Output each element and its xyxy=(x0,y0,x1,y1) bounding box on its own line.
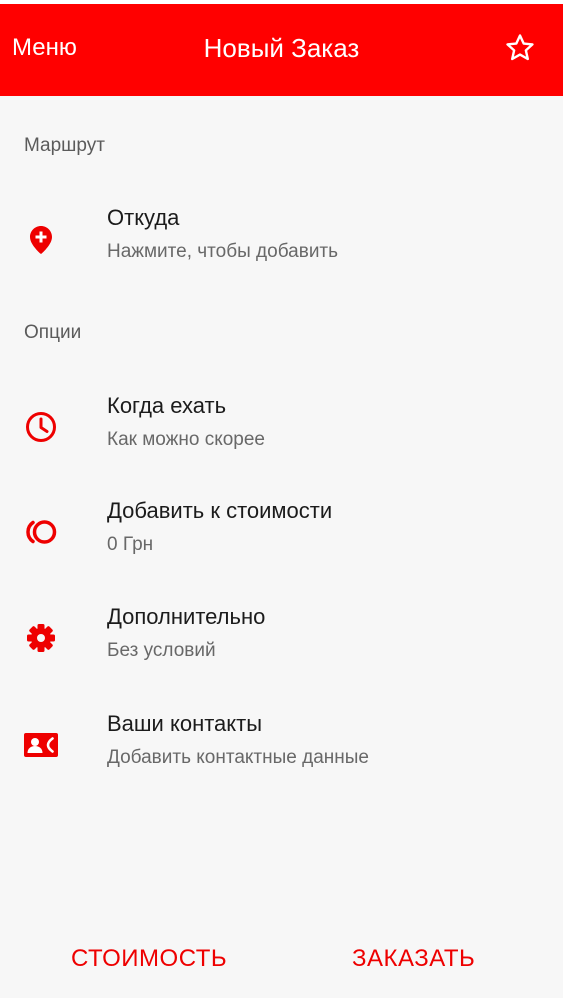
cost-button[interactable]: СТОИМОСТЬ xyxy=(71,944,227,974)
option-extra-subtitle: Без условий xyxy=(107,640,216,661)
option-add-cost-row[interactable]: Добавить к стоимости 0 Грн xyxy=(0,487,563,577)
option-extra-row[interactable]: Дополнительно Без условий xyxy=(0,593,563,683)
order-button[interactable]: ЗАКАЗАТЬ xyxy=(352,944,475,974)
option-contacts-title: Ваши контакты xyxy=(107,711,263,736)
option-add-cost-title: Добавить к стоимости xyxy=(107,498,333,523)
section-route-label: Маршрут xyxy=(24,135,105,156)
contact-card-icon xyxy=(22,726,60,764)
option-add-cost-subtitle: 0 Грн xyxy=(107,534,154,555)
app-bar: Меню Новый Заказ xyxy=(0,4,563,96)
option-when-row[interactable]: Когда ехать Как можно скорее xyxy=(0,382,563,472)
from-title: Откуда xyxy=(107,205,180,230)
option-when-subtitle: Как можно скорее xyxy=(107,429,265,450)
option-contacts-row[interactable]: Ваши контакты Добавить контактные данные xyxy=(0,700,563,790)
option-contacts-subtitle: Добавить контактные данные xyxy=(107,747,369,768)
from-address-row[interactable]: Откуда Нажмите, чтобы добавить xyxy=(0,194,563,284)
clock-icon xyxy=(22,408,60,446)
page-title: Новый Заказ xyxy=(203,33,360,63)
coin-icon xyxy=(22,513,60,551)
star-icon[interactable] xyxy=(504,32,536,64)
map-pin-plus-icon xyxy=(22,220,60,258)
section-options-label: Опции xyxy=(24,322,82,343)
gear-icon xyxy=(22,619,60,657)
from-subtitle: Нажмите, чтобы добавить xyxy=(107,241,339,262)
option-when-title: Когда ехать xyxy=(107,393,227,418)
option-extra-title: Дополнительно xyxy=(107,604,266,629)
